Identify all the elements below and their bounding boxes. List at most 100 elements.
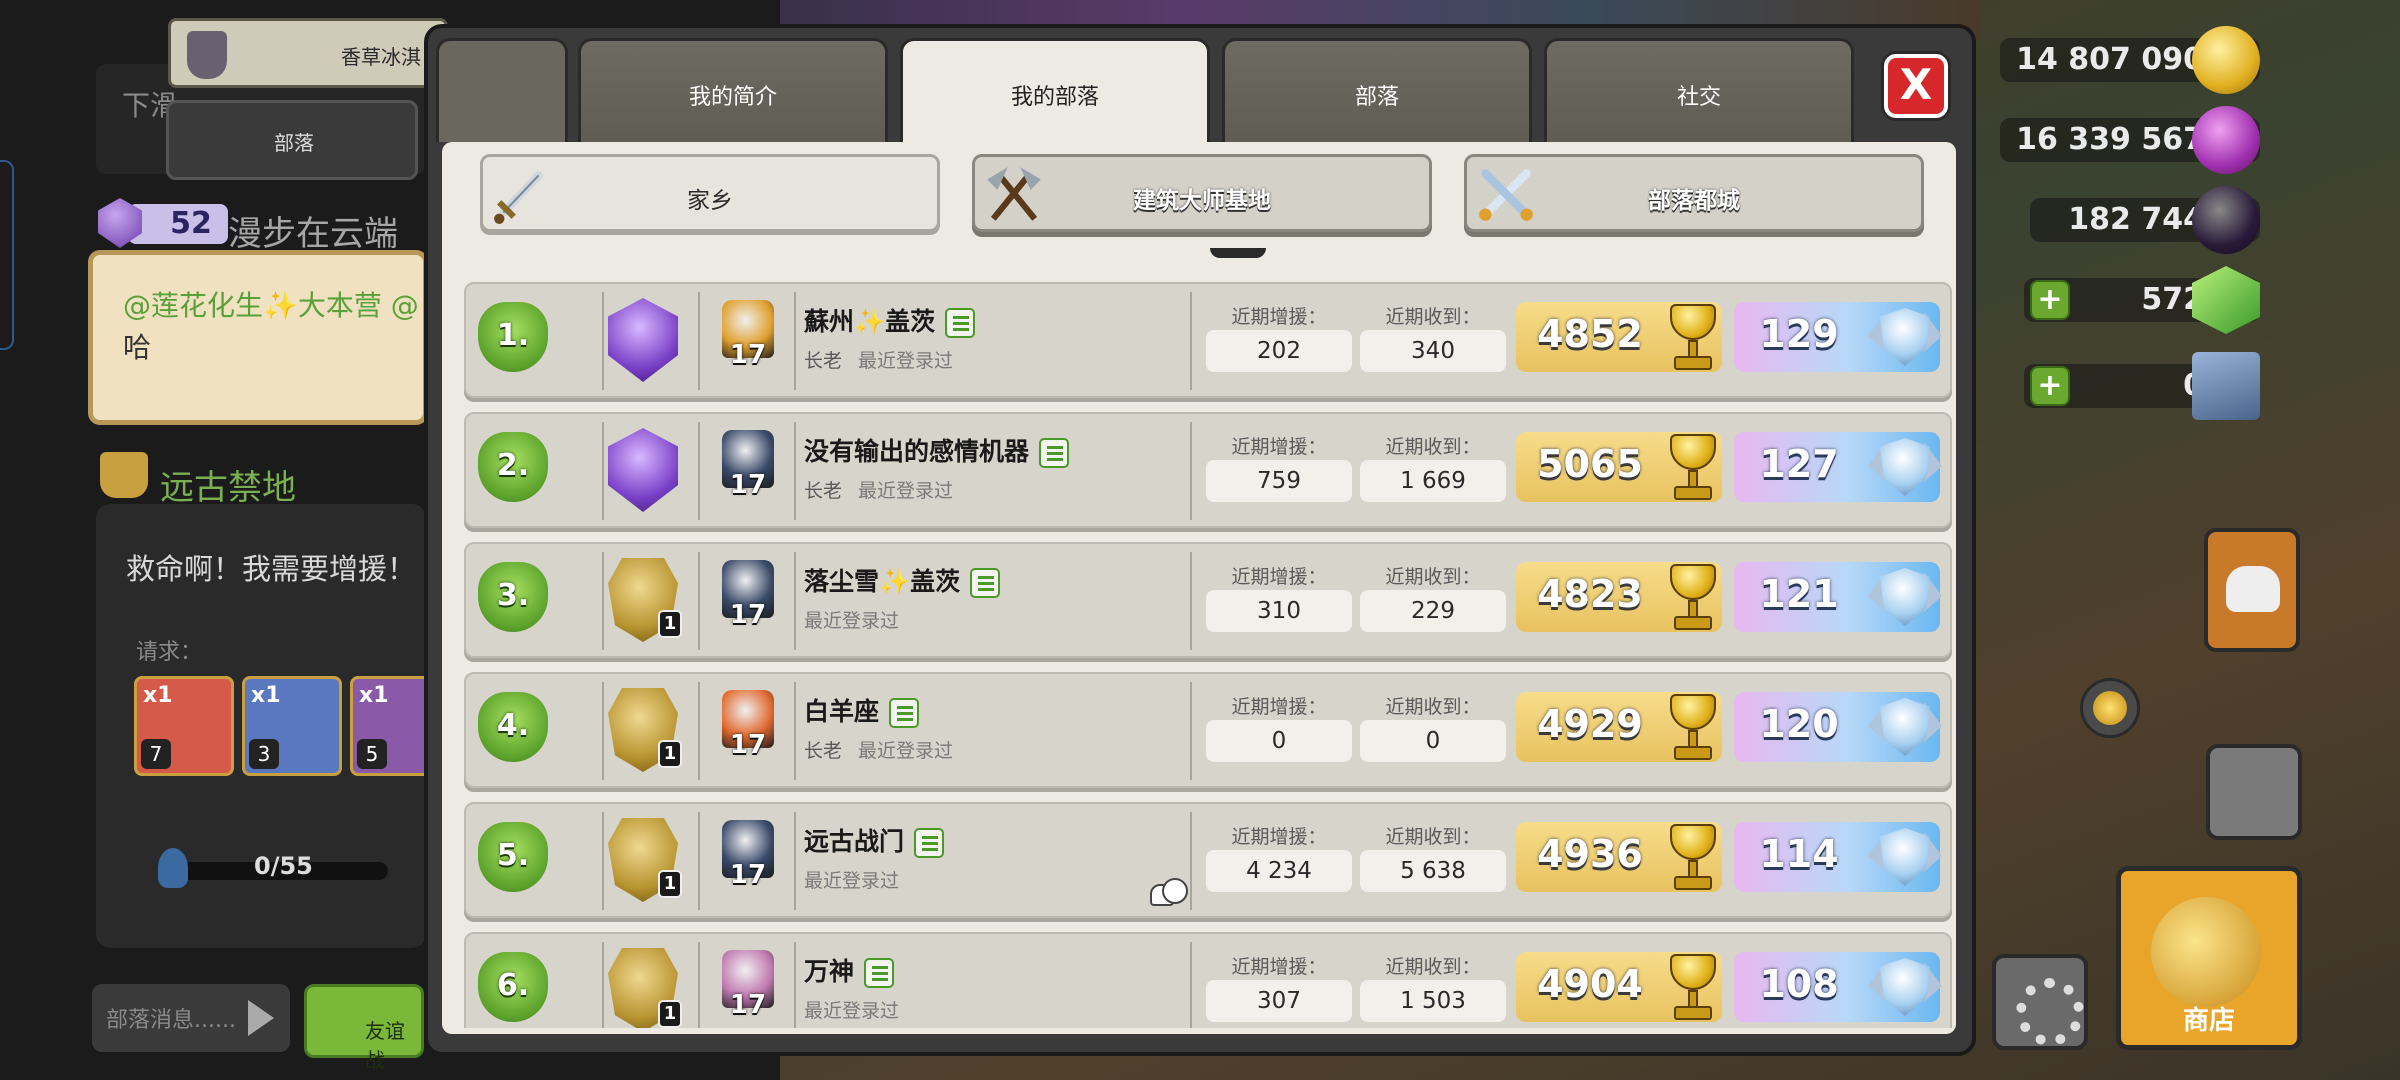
tab-label: 部落 xyxy=(1354,85,1399,110)
shop-button[interactable]: 商店 xyxy=(2116,866,2302,1050)
member-name[interactable]: 没有输出的感情机器 xyxy=(804,432,1070,468)
subtab-label: 建筑大师基地 xyxy=(1133,188,1271,214)
builder-trophy-count: 108 xyxy=(1734,952,1942,1022)
note-icon[interactable] xyxy=(914,828,945,858)
note-icon[interactable] xyxy=(1039,438,1070,468)
last-login-status: 最近登录过 xyxy=(804,1000,900,1022)
request-player-name[interactable]: 远古禁地 xyxy=(160,460,296,509)
member-row[interactable]: 2. 17 没有输出的感情机器 长老 最近登录过 近期增援： 近期收到： 759 1 669 50… xyxy=(464,412,1952,528)
received-value: 1 669 xyxy=(1360,460,1506,502)
chat-message-mention: @莲花化生✨大本营 @ xyxy=(123,289,419,322)
member-name[interactable]: 远古战门 xyxy=(804,822,945,858)
league-number: 1 xyxy=(658,610,682,638)
chat-clan-tab[interactable]: 部落 xyxy=(166,100,418,180)
trophy-value: 4852 xyxy=(1537,312,1643,356)
divider xyxy=(602,422,604,520)
member-row[interactable]: 3. 1 17 落尘雪✨盖茨 最近登录过 近期增援： 近期收到： 310 229 4823 121 xyxy=(464,542,1952,658)
builder-league-icon xyxy=(1868,304,1942,374)
member-name[interactable]: 落尘雪✨盖茨 xyxy=(804,562,1001,598)
tab-clans[interactable]: 部落 xyxy=(1222,38,1532,142)
builder-trophy-count: 129 xyxy=(1734,302,1942,374)
edit-layout-button[interactable] xyxy=(2206,744,2302,840)
friends-button[interactable] xyxy=(2204,528,2300,652)
divider xyxy=(602,292,604,390)
league-number: 1 xyxy=(658,1000,682,1028)
donated-value: 759 xyxy=(1206,460,1352,502)
trophy-icon xyxy=(1660,824,1726,894)
note-icon[interactable] xyxy=(864,958,895,988)
rank-badge-icon: 4. xyxy=(472,686,554,776)
dark-elixir-icon xyxy=(2192,186,2260,254)
member-row[interactable]: 6. 1 17 万神 最近登录过 近期增援： 近期收到： 307 1 503 4904 108 xyxy=(464,932,1952,1028)
town-hall-level: 17 xyxy=(729,990,767,1020)
divider xyxy=(1190,292,1192,390)
note-icon[interactable] xyxy=(945,308,976,338)
rank-number: 5. xyxy=(496,838,530,873)
subtab-builder-base[interactable]: 建筑大师基地 xyxy=(972,154,1432,232)
friends-group-icon xyxy=(1150,878,1188,906)
member-name[interactable]: 白羊座 xyxy=(804,692,920,728)
member-name[interactable]: 蘇州✨盖茨 xyxy=(804,302,976,338)
add-pass-icon[interactable]: + xyxy=(2030,366,2070,406)
chat-user-name[interactable]: 漫步在云端 xyxy=(228,206,398,255)
divider xyxy=(698,552,700,650)
builder-trophy-value: 108 xyxy=(1759,962,1839,1006)
collect-coin-icon[interactable] xyxy=(2080,678,2140,738)
tab-spacer xyxy=(436,38,568,142)
friendly-battle-button[interactable]: 友谊战 xyxy=(304,984,424,1072)
member-name[interactable]: 万神 xyxy=(804,952,895,988)
tab-label: 我的简介 xyxy=(688,85,777,110)
trophy-count: 4936 xyxy=(1516,822,1722,892)
tab-profile[interactable]: 我的简介 xyxy=(578,38,888,142)
troop-count: x1 xyxy=(251,683,281,708)
member-row[interactable]: 1. 17 蘇州✨盖茨 长老 最近登录过 近期增援： 近期收到： 202 340 4852 129 xyxy=(464,282,1952,398)
builder-league-icon xyxy=(1868,824,1942,894)
gold-counter: 14 807 090 xyxy=(2000,26,2260,94)
close-icon: X xyxy=(1899,60,1933,109)
member-list[interactable]: 1. 17 蘇州✨盖茨 长老 最近登录过 近期增援： 近期收到： 202 340 4852 129 2… xyxy=(464,282,1952,1028)
chat-user-level: 52 xyxy=(128,204,228,244)
pass-counter[interactable]: + 0 xyxy=(2024,352,2260,420)
settings-button[interactable] xyxy=(1992,954,2088,1050)
divider xyxy=(602,682,604,780)
divider xyxy=(698,682,700,780)
trophy-icon xyxy=(1660,954,1726,1024)
rank-number: 2. xyxy=(496,448,530,483)
trophy-icon xyxy=(1660,304,1726,374)
trophy-base xyxy=(1674,876,1712,890)
tab-social[interactable]: 社交 xyxy=(1544,38,1854,142)
builder-trophy-value: 121 xyxy=(1759,572,1839,616)
subtab-home-village[interactable]: 家乡 xyxy=(480,154,940,232)
rank-badge-icon: 2. xyxy=(472,426,554,516)
subtab-clan-capital[interactable]: 部落都城 xyxy=(1464,154,1924,232)
chat-collapse-tab[interactable] xyxy=(0,160,14,350)
member-role: 长老 xyxy=(804,350,843,372)
received-value: 340 xyxy=(1360,330,1506,372)
note-icon[interactable] xyxy=(970,568,1001,598)
member-row[interactable]: 5. 1 17 远古战门 最近登录过 近期增援： 近期收到： 4 234 5 638 4936 11… xyxy=(464,802,1952,918)
trophy-value: 4904 xyxy=(1537,962,1643,1006)
add-gems-icon[interactable]: + xyxy=(2030,280,2070,320)
divider xyxy=(698,812,700,910)
clan-badge-icon xyxy=(187,31,227,79)
divider xyxy=(794,682,796,780)
close-button[interactable]: X xyxy=(1884,54,1948,118)
town-hall-icon xyxy=(100,452,148,498)
chat-message-bubble: @莲花化生✨大本营 @ 哈 xyxy=(88,250,428,425)
pass-icon xyxy=(2192,352,2260,420)
clan-banner[interactable]: 香草冰淇 xyxy=(168,18,448,88)
divider xyxy=(602,942,604,1028)
note-icon[interactable] xyxy=(889,698,920,728)
gem-counter[interactable]: + 572 xyxy=(2024,266,2260,334)
send-icon[interactable] xyxy=(248,1000,274,1036)
trophy-value: 5065 xyxy=(1537,442,1643,486)
trophy-cup xyxy=(1670,304,1716,340)
troop-level: 7 xyxy=(141,739,171,769)
chat-message-text: 哈 xyxy=(123,331,152,364)
donated-label: 近期增援： xyxy=(1231,696,1327,718)
tab-my-clan[interactable]: 我的部落 xyxy=(900,38,1210,146)
divider xyxy=(794,292,796,390)
received-label: 近期收到： xyxy=(1385,696,1481,718)
member-row[interactable]: 4. 1 17 白羊座 长老 最近登录过 近期增援： 近期收到： 0 0 4929 120 xyxy=(464,672,1952,788)
donated-value: 0 xyxy=(1206,720,1352,762)
